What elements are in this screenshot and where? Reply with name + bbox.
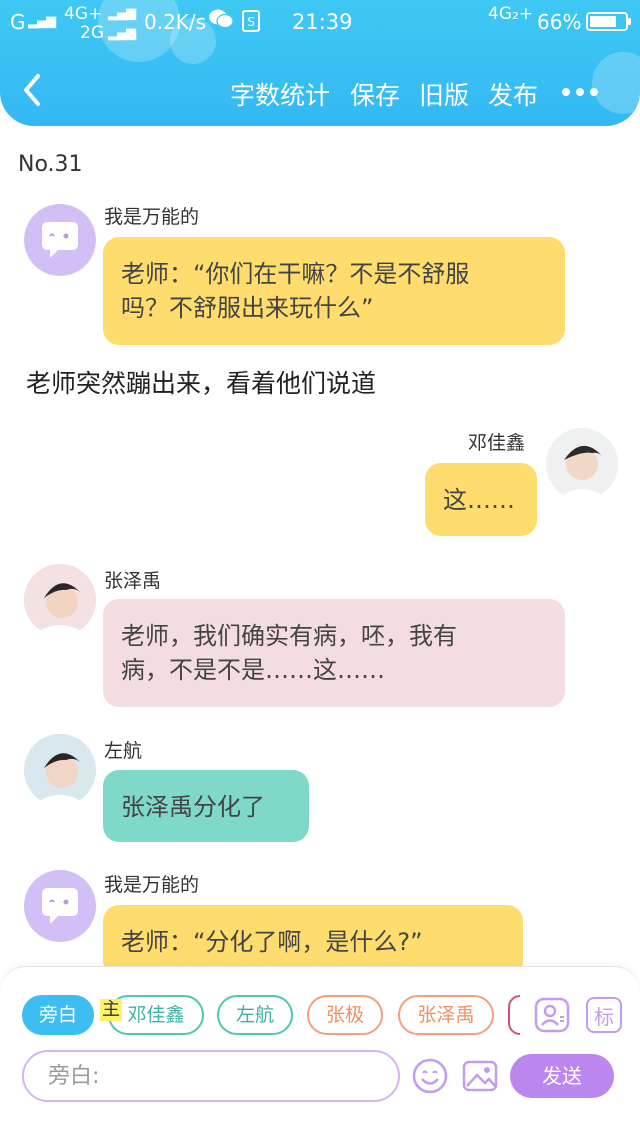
sender-name: 我是万能的 bbox=[104, 206, 200, 228]
message-text: 老师：“你们在干嘛？不是不舒服 bbox=[121, 260, 470, 288]
message-text: 这…… bbox=[443, 486, 515, 514]
carrier-label: G bbox=[10, 10, 26, 34]
nav-bar: 字数统计 保存 旧版 发布 bbox=[0, 64, 640, 122]
role-chip-zhangji[interactable]: 张极 bbox=[307, 995, 383, 1035]
back-button[interactable] bbox=[18, 70, 58, 114]
message-bubble[interactable]: 老师，我们确实有病，呸，我有 病，不是不是……这…… bbox=[103, 599, 565, 707]
old-version-button[interactable]: 旧版 bbox=[419, 76, 469, 112]
tag-button-label: 标 bbox=[594, 1005, 614, 1029]
message-text: 病，不是不是……这…… bbox=[121, 656, 385, 684]
clock: 21:39 bbox=[292, 10, 353, 34]
word-count-button[interactable]: 字数统计 bbox=[230, 76, 330, 112]
person-photo-icon bbox=[24, 734, 96, 806]
narration-text[interactable]: 老师突然蹦出来，看着他们说道 bbox=[26, 364, 376, 400]
send-button[interactable]: 发送 bbox=[510, 1054, 614, 1098]
signal-icon: ▂▄▆ bbox=[108, 6, 136, 21]
avatar-dengjiaxin[interactable] bbox=[546, 428, 618, 500]
message-bubble[interactable]: 张泽禹分化了 bbox=[103, 770, 309, 842]
more-dots-icon[interactable] bbox=[560, 86, 600, 100]
chat-bubble-icon bbox=[42, 222, 78, 258]
avatar-zhangzeyu[interactable] bbox=[24, 564, 96, 636]
signal-icon: ▂▄▆ bbox=[28, 14, 56, 29]
role-chip-dengjiaxin[interactable]: 邓佳鑫 bbox=[108, 995, 204, 1035]
sender-name: 张泽禹 bbox=[104, 570, 162, 592]
message-bubble[interactable]: 老师：“你们在干嘛？不是不舒服 吗？不舒服出来玩什么” bbox=[103, 237, 565, 345]
smiley-icon[interactable] bbox=[412, 1058, 448, 1094]
wechat-icon bbox=[208, 8, 234, 35]
message-text: 张泽禹分化了 bbox=[121, 793, 265, 821]
role-chip-partial[interactable] bbox=[508, 995, 520, 1035]
role-chip-narrator[interactable]: 旁白 bbox=[22, 995, 94, 1035]
message-text: 吗？不舒服出来玩什么” bbox=[121, 294, 374, 322]
save-button[interactable]: 保存 bbox=[350, 76, 400, 112]
sender-name: 左航 bbox=[104, 740, 143, 762]
person-photo-icon bbox=[24, 564, 96, 636]
avatar-default[interactable] bbox=[24, 870, 96, 942]
chapter-number: No.31 bbox=[18, 152, 83, 177]
role-chip-zhangzeyu[interactable]: 张泽禹 bbox=[398, 995, 494, 1035]
network-label-1: 4G+ bbox=[64, 4, 103, 24]
sim-icon: S bbox=[242, 10, 260, 37]
status-bar: G ▂▄▆ 4G+ 2G ▂▄▆ ▂▄▆ 0.2K/s S 21:39 4G₂+… bbox=[0, 0, 640, 44]
battery-percent: 66% bbox=[537, 10, 582, 34]
tag-button[interactable]: 标 bbox=[586, 997, 622, 1033]
network-label-right: 4G₂+ bbox=[488, 4, 534, 24]
sender-name: 我是万能的 bbox=[104, 874, 200, 896]
battery-icon bbox=[586, 12, 631, 31]
role-chip-zuohang[interactable]: 左航 bbox=[217, 995, 293, 1035]
person-photo-icon bbox=[546, 428, 618, 500]
svg-text:S: S bbox=[247, 15, 255, 29]
top-bar: G ▂▄▆ 4G+ 2G ▂▄▆ ▂▄▆ 0.2K/s S 21:39 4G₂+… bbox=[0, 0, 640, 126]
signal-icon: ▂▄▆ bbox=[108, 26, 136, 41]
avatar-zuohang[interactable] bbox=[24, 734, 96, 806]
sender-name: 邓佳鑫 bbox=[468, 432, 526, 454]
main-role-tag: 主 bbox=[100, 999, 122, 1021]
avatar-default[interactable] bbox=[24, 204, 96, 276]
message-text: 老师：“分化了啊，是什么?” bbox=[121, 928, 423, 956]
message-bubble[interactable]: 这…… bbox=[425, 463, 537, 536]
publish-button[interactable]: 发布 bbox=[488, 76, 538, 112]
chat-bubble-icon bbox=[42, 888, 78, 924]
chevron-left-icon bbox=[24, 74, 40, 106]
network-speed: 0.2K/s bbox=[144, 10, 207, 34]
message-input[interactable] bbox=[22, 1050, 400, 1102]
message-text: 老师，我们确实有病，呸，我有 bbox=[121, 622, 457, 650]
network-label-2: 2G bbox=[80, 23, 104, 43]
person-card-icon[interactable] bbox=[534, 997, 570, 1033]
image-icon[interactable] bbox=[462, 1058, 498, 1094]
